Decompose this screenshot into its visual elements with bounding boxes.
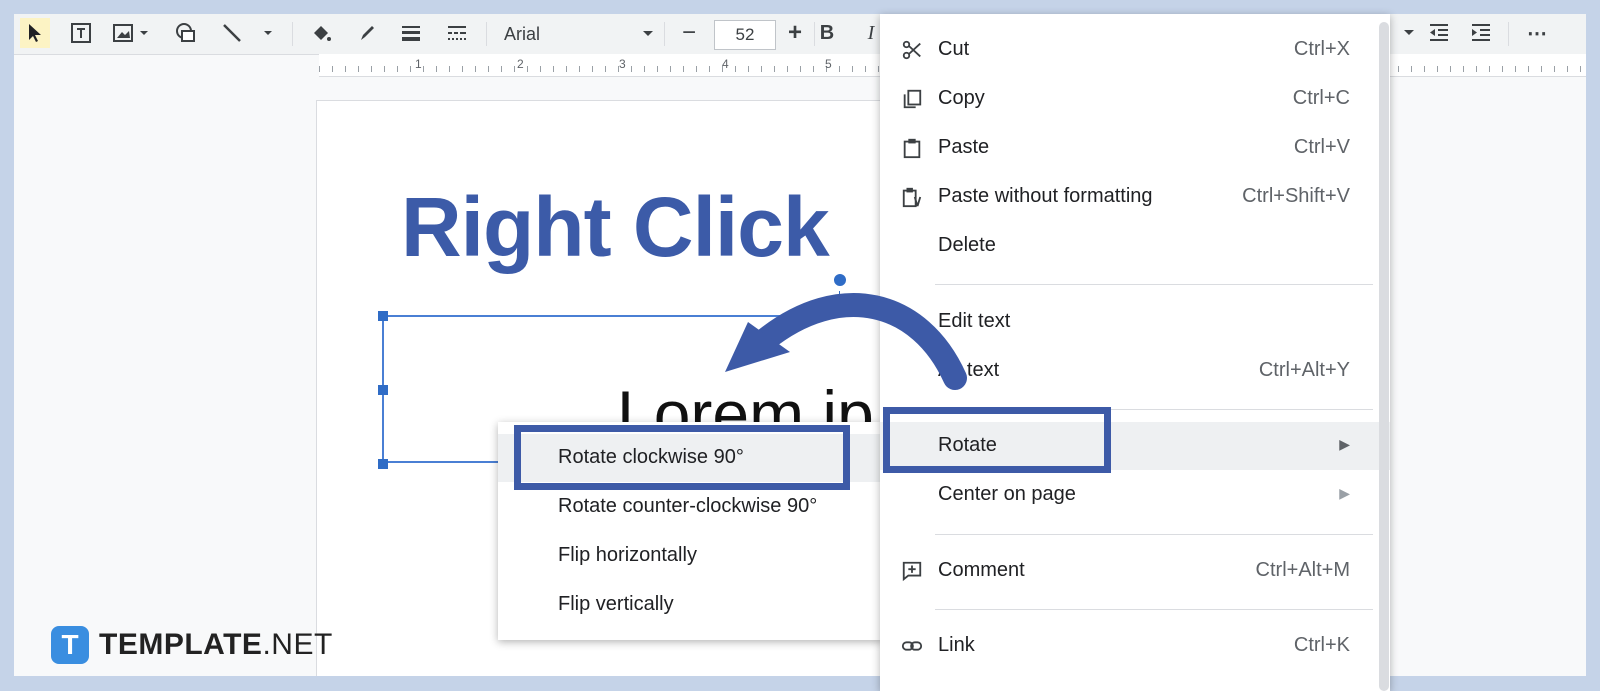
select-tool-icon[interactable] bbox=[20, 18, 50, 48]
rotation-handle-line bbox=[839, 291, 840, 315]
flip-vertically-item[interactable]: Flip vertically bbox=[498, 581, 883, 629]
logo-wordmark: TEMPLATE.NET bbox=[99, 628, 333, 662]
toolbar-divider bbox=[486, 22, 487, 46]
menu-item-label: Paste bbox=[938, 136, 990, 158]
menu-item-label: Cut bbox=[938, 38, 970, 60]
paste-icon bbox=[900, 136, 924, 160]
copy-icon bbox=[900, 87, 924, 111]
border-color-icon[interactable] bbox=[352, 18, 382, 48]
menu-item-shortcut: Ctrl+Alt+M bbox=[1255, 559, 1350, 581]
shape-tool-icon[interactable] bbox=[171, 18, 201, 48]
menu-item-shortcut: Ctrl+C bbox=[1292, 87, 1350, 109]
menu-item-label: Center on page bbox=[938, 483, 1076, 505]
menu-item-edit-text[interactable]: Edit text bbox=[880, 298, 1390, 346]
menu-item-label: Copy bbox=[938, 87, 985, 109]
font-family-select[interactable]: Arial bbox=[504, 20, 654, 48]
template-logo-icon: T bbox=[51, 626, 89, 664]
menu-item-paste[interactable]: Paste Ctrl+V bbox=[880, 124, 1390, 172]
font-size-input[interactable]: 52 bbox=[714, 20, 776, 50]
menu-item-comment[interactable]: Comment Ctrl+Alt+M bbox=[880, 547, 1390, 595]
bold-button[interactable]: B bbox=[814, 18, 840, 48]
menu-item-label: Alt text bbox=[938, 359, 1000, 381]
toolbar-divider bbox=[292, 22, 293, 46]
toolbar-divider bbox=[1508, 22, 1509, 46]
toolbar-divider bbox=[664, 22, 665, 46]
fill-color-icon[interactable] bbox=[306, 18, 336, 48]
border-weight-icon[interactable] bbox=[396, 18, 426, 48]
resize-handle[interactable] bbox=[378, 459, 388, 469]
menu-scrollbar[interactable] bbox=[1379, 22, 1389, 691]
rotate-highlight-box bbox=[883, 407, 1111, 473]
menu-item-copy[interactable]: Copy Ctrl+C bbox=[880, 75, 1390, 123]
more-options-icon[interactable]: ⋯ bbox=[1522, 18, 1552, 48]
paste-plain-icon bbox=[900, 185, 924, 209]
resize-handle[interactable] bbox=[378, 311, 388, 321]
increase-font-size-button[interactable]: + bbox=[780, 18, 810, 48]
menu-divider bbox=[935, 534, 1373, 535]
menu-item-link[interactable]: Link Ctrl+K bbox=[880, 622, 1390, 670]
menu-item-delete[interactable]: Delete bbox=[880, 222, 1390, 270]
submenu-item-label: Rotate counter-clockwise 90° bbox=[558, 495, 818, 517]
context-menu: Cut Ctrl+X Copy Ctrl+C Paste Ctrl+V Past… bbox=[880, 14, 1390, 691]
logo-brand: TEMPLATE bbox=[99, 628, 263, 661]
rotation-handle[interactable] bbox=[833, 273, 847, 287]
menu-item-label: Link bbox=[938, 634, 975, 656]
scissors-icon bbox=[900, 38, 924, 62]
rotate-clockwise-highlight-box bbox=[514, 425, 850, 490]
rotate-counter-clockwise-item[interactable]: Rotate counter-clockwise 90° bbox=[498, 483, 883, 531]
slide-title[interactable]: Right Click bbox=[401, 179, 830, 276]
menu-divider bbox=[935, 284, 1373, 285]
ruler-number: 4 bbox=[722, 57, 729, 71]
template-net-logo: T TEMPLATE.NET bbox=[51, 626, 333, 664]
submenu-item-label: Flip vertically bbox=[558, 593, 674, 615]
menu-item-shortcut: Ctrl+X bbox=[1293, 38, 1350, 60]
chevron-down-icon[interactable] bbox=[1402, 18, 1416, 48]
font-family-value: Arial bbox=[504, 23, 541, 44]
italic-button[interactable]: I bbox=[860, 18, 882, 48]
menu-divider bbox=[935, 609, 1373, 610]
submenu-arrow-icon: ▶ bbox=[1339, 436, 1350, 452]
line-tool-icon[interactable] bbox=[217, 18, 277, 48]
resize-handle[interactable] bbox=[378, 385, 388, 395]
logo-suffix: .NET bbox=[262, 628, 333, 661]
menu-item-alt-text[interactable]: Alt text Ctrl+Alt+Y bbox=[880, 347, 1390, 395]
decrease-font-size-button[interactable]: − bbox=[674, 18, 704, 48]
menu-item-label: Comment bbox=[938, 559, 1025, 581]
image-tool-icon[interactable] bbox=[110, 18, 154, 48]
ruler-number: 1 bbox=[415, 57, 422, 71]
ruler-number: 3 bbox=[619, 57, 626, 71]
text-box-tool-icon[interactable] bbox=[66, 18, 96, 48]
link-icon bbox=[900, 634, 924, 658]
menu-item-label: Paste without formatting bbox=[938, 185, 1153, 207]
decrease-indent-icon[interactable] bbox=[1424, 18, 1454, 48]
menu-item-paste-without-formatting[interactable]: Paste without formatting Ctrl+Shift+V bbox=[880, 173, 1390, 221]
comment-icon bbox=[900, 559, 924, 583]
menu-item-cut[interactable]: Cut Ctrl+X bbox=[880, 26, 1390, 74]
flip-horizontally-item[interactable]: Flip horizontally bbox=[498, 532, 883, 580]
menu-item-label: Delete bbox=[938, 234, 996, 256]
menu-item-center-on-page[interactable]: Center on page ▶ bbox=[880, 471, 1390, 519]
submenu-arrow-icon: ▶ bbox=[1339, 485, 1350, 501]
ruler-number: 2 bbox=[517, 57, 524, 71]
menu-item-shortcut: Ctrl+K bbox=[1293, 634, 1350, 656]
menu-item-shortcut: Ctrl+Shift+V bbox=[1242, 185, 1350, 207]
menu-item-label: Edit text bbox=[938, 310, 1011, 332]
chevron-down-icon bbox=[643, 31, 653, 36]
border-dash-icon[interactable] bbox=[442, 18, 472, 48]
submenu-item-label: Flip horizontally bbox=[558, 544, 697, 566]
menu-item-shortcut: Ctrl+V bbox=[1293, 136, 1350, 158]
increase-indent-icon[interactable] bbox=[1466, 18, 1496, 48]
ruler-number: 5 bbox=[825, 57, 832, 71]
menu-item-shortcut: Ctrl+Alt+Y bbox=[1258, 359, 1350, 381]
